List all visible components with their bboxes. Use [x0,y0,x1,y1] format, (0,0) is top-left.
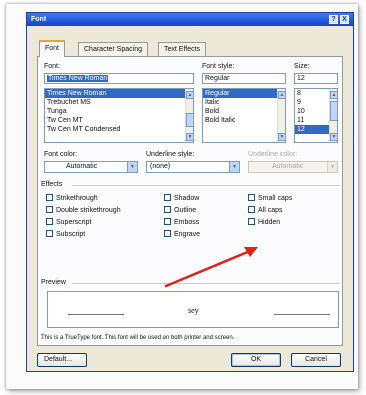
preview-sample-text: sey [188,306,199,315]
font-list[interactable]: Times New Roman Trebuchet MS Tunga Tw Ce… [44,88,194,143]
underline-color-select: Automatic ▼ [248,161,338,173]
chevron-down-icon: ▼ [327,162,337,172]
checkbox-label: Hidden [258,219,281,226]
checkbox-box[interactable] [164,206,171,213]
checkbox-box[interactable] [164,194,171,201]
size-input[interactable]: 12 [294,73,338,84]
font-list-item[interactable]: Times New Roman [45,89,193,98]
font-input-value: Times New Roman [47,75,109,82]
scroll-up-icon[interactable]: ▲ [278,91,285,99]
font-list-item[interactable]: Trebuchet MS [45,98,193,107]
checkbox-box[interactable] [248,218,255,225]
checkbox-box[interactable] [46,230,53,237]
underline-style-label: Underline style: [146,151,195,158]
checkbox-label: All caps [258,207,283,214]
font-list-item[interactable]: Tw Cen MT Condensed [45,125,193,134]
tab-font[interactable]: Font [39,40,66,57]
preview-label: Preview [41,279,66,286]
underline-color-label: Underline color: [248,151,298,158]
help-button[interactable]: ? [329,15,338,24]
checkbox-box[interactable] [46,218,53,225]
small-caps-checkbox[interactable]: Small caps [248,194,292,203]
checkbox-label: Subscript [56,231,86,238]
tab-text-effects[interactable]: Text Effects [158,42,207,56]
font-list-item[interactable]: Tw Cen MT [45,116,193,125]
font-style-scrollbar[interactable]: ▲ ▼ [277,89,285,142]
font-color-select[interactable]: Automatic ▼ [44,161,138,173]
cancel-button[interactable]: Cancel [291,353,341,367]
underline-color-value: Automatic [272,163,304,170]
engrave-checkbox[interactable]: Engrave [164,230,200,239]
checkbox-box[interactable] [164,230,171,237]
hidden-checkbox[interactable]: Hidden [248,218,280,227]
checkbox-box[interactable] [248,194,255,201]
close-button[interactable]: X [340,15,349,24]
font-color-label: Font color: [44,151,78,158]
font-style-list-item[interactable]: Bold [203,107,285,116]
checkbox-label: Double strikethrough [56,207,121,214]
scroll-thumb[interactable] [330,101,337,121]
tab-character-spacing[interactable]: Character Spacing [78,42,148,56]
checkbox-label: Superscript [56,219,92,226]
font-dialog: Font ? X Font Character Spacing Text Eff… [26,12,354,372]
checkbox-label: Strikethrough [56,195,98,202]
chevron-down-icon[interactable]: ▼ [127,162,137,172]
shadow-checkbox[interactable]: Shadow [164,194,199,203]
font-style-input[interactable]: Regular [202,73,286,84]
ok-button[interactable]: OK [231,353,281,367]
preview-baseline-right [274,314,330,315]
title-bar: Font ? X [27,13,353,26]
checkbox-label: Outline [174,207,197,214]
font-input[interactable]: Times New Roman [44,73,194,84]
font-style-list-item[interactable]: Italic [203,98,285,107]
font-style-list-item[interactable]: Regular [203,89,285,98]
size-list-scrollbar[interactable]: ▲ ▼ [329,89,337,142]
scroll-thumb[interactable] [186,113,193,127]
underline-style-select[interactable]: (none) ▼ [146,161,240,173]
font-color-value: Automatic [66,163,98,170]
scroll-down-icon[interactable]: ▼ [278,133,285,141]
preview-note: This is a TrueType font. This font will … [41,335,235,341]
checkbox-label: Emboss [174,219,200,226]
font-label: Font: [44,63,60,70]
checkbox-label: Engrave [174,231,201,238]
preview-box: sey [47,291,339,328]
size-label: Size: [294,63,310,70]
preview-divider [72,283,340,284]
underline-style-value: (none) [150,163,171,170]
checkbox-label: Shadow [174,195,200,202]
font-style-list[interactable]: Regular Italic Bold Bold Italic ▲ ▼ [202,88,286,143]
emboss-checkbox[interactable]: Emboss [164,218,199,227]
scroll-down-icon[interactable]: ▼ [330,133,337,141]
checkbox-box[interactable] [46,194,53,201]
outline-checkbox[interactable]: Outline [164,206,196,215]
checkbox-box[interactable] [248,206,255,213]
font-style-label: Font style: [202,63,235,70]
effects-label: Effects [41,181,63,188]
checkbox-box[interactable] [46,206,53,213]
font-tab-panel: Font: Times New Roman Times New Roman Tr… [37,56,343,346]
default-button[interactable]: Default... [37,353,87,367]
font-list-item[interactable]: Tunga [45,107,193,116]
all-caps-checkbox[interactable]: All caps [248,206,283,215]
double-strikethrough-checkbox[interactable]: Double strikethrough [46,206,121,215]
checkbox-box[interactable] [164,218,171,225]
subscript-checkbox[interactable]: Subscript [46,230,85,239]
effects-divider [72,185,340,186]
scroll-up-icon[interactable]: ▲ [186,91,193,99]
strikethrough-checkbox[interactable]: Strikethrough [46,194,98,203]
font-list-scrollbar[interactable]: ▲ ▼ [185,89,193,142]
chevron-down-icon[interactable]: ▼ [229,162,239,172]
scroll-down-icon[interactable]: ▼ [186,133,193,141]
superscript-checkbox[interactable]: Superscript [46,218,91,227]
window-title: Font [31,16,47,23]
size-list[interactable]: 8 9 10 11 12 ▲ ▼ [294,88,338,143]
checkbox-label: Small caps [258,195,293,202]
font-style-list-item[interactable]: Bold Italic [203,116,285,125]
scroll-up-icon[interactable]: ▲ [330,91,337,99]
preview-baseline-left [68,314,124,315]
